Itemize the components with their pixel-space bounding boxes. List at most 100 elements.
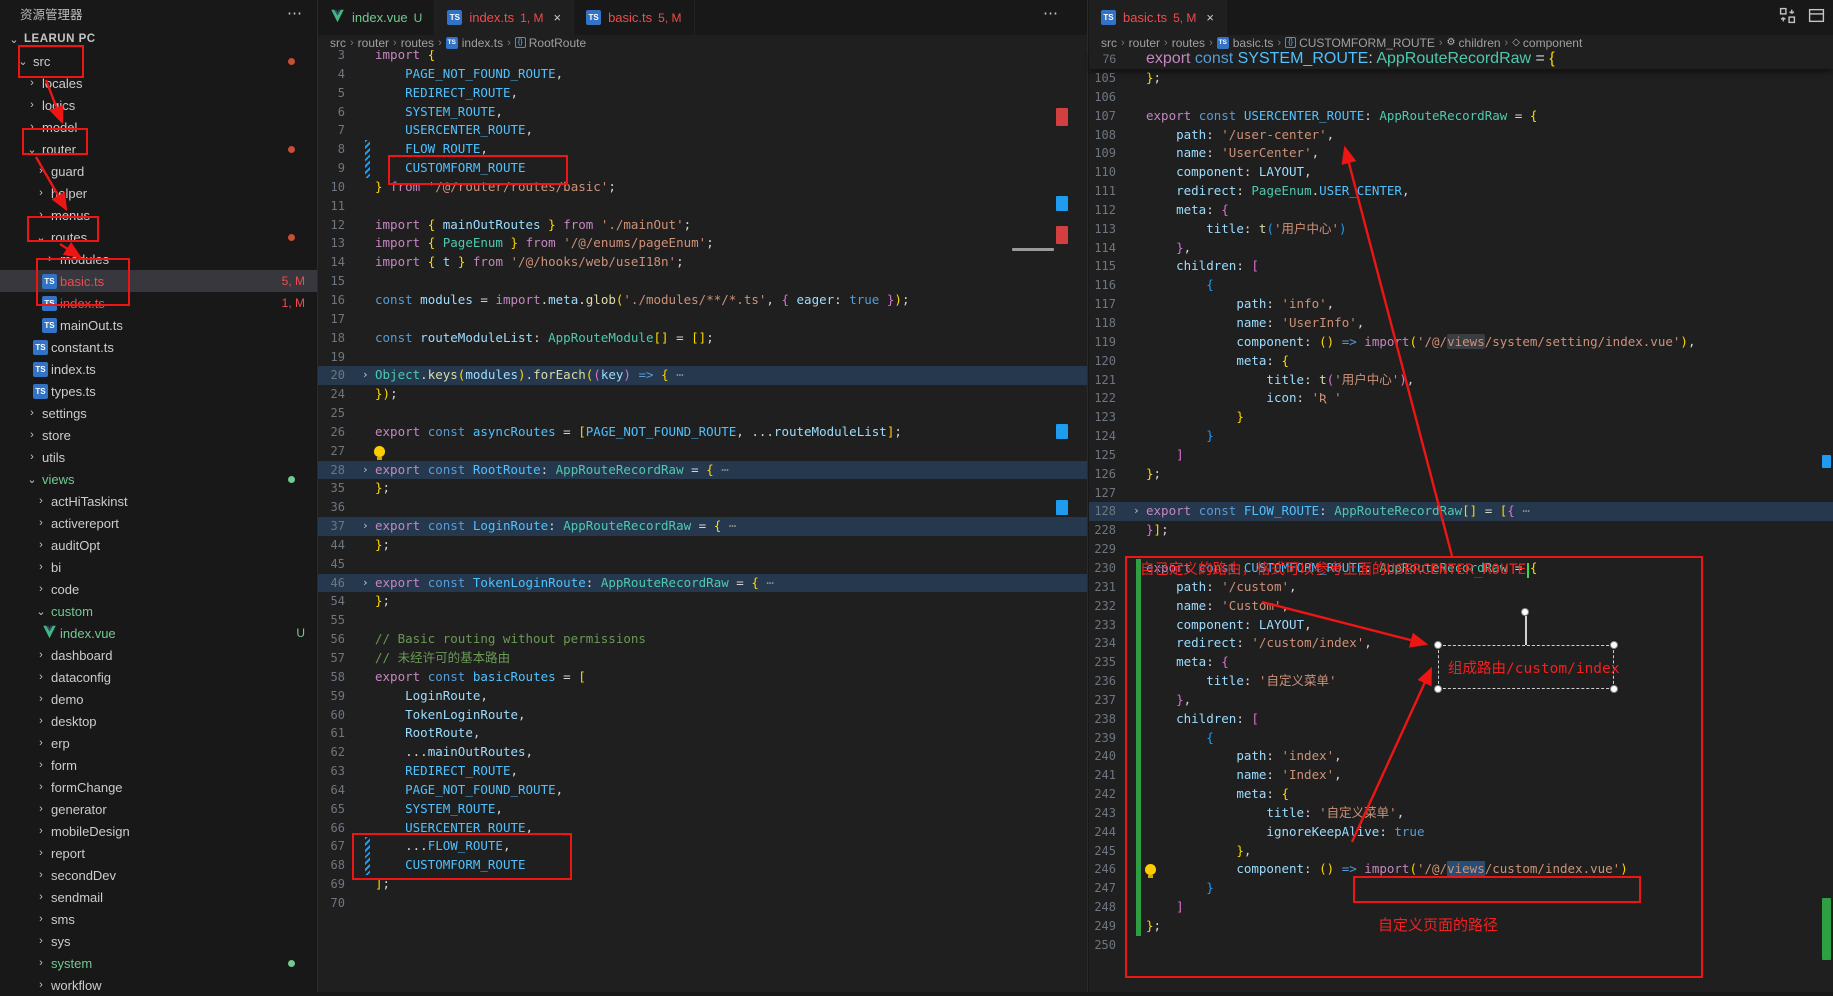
code-line-67[interactable]: 67 ...FLOW_ROUTE, xyxy=(318,837,1087,856)
code-line-35[interactable]: 35}; xyxy=(318,479,1087,498)
code-line-120[interactable]: 120 meta: { xyxy=(1089,352,1833,371)
code-line-243[interactable]: 243 title: '自定义菜单', xyxy=(1089,804,1833,823)
code-line-121[interactable]: 121 title: t('用户中心'), xyxy=(1089,371,1833,390)
code-line-245[interactable]: 245 }, xyxy=(1089,842,1833,861)
code-line-126[interactable]: 126}; xyxy=(1089,465,1833,484)
tree-item-demo[interactable]: ›demo xyxy=(0,688,317,710)
tree-item-constant.ts[interactable]: TSconstant.ts xyxy=(0,336,317,358)
tree-item-code[interactable]: ›code xyxy=(0,578,317,600)
code-line-110[interactable]: 110 component: LAYOUT, xyxy=(1089,163,1833,182)
code-line-7[interactable]: 7 USERCENTER_ROUTE, xyxy=(318,121,1087,140)
code-line-60[interactable]: 60 TokenLoginRoute, xyxy=(318,706,1087,725)
breadcrumb-item-router[interactable]: router xyxy=(1129,36,1160,50)
fold-chevron-icon[interactable]: › xyxy=(1133,502,1140,521)
editor-more-actions-icon[interactable]: ⋯ xyxy=(1043,4,1059,22)
code-line-112[interactable]: 112 meta: { xyxy=(1089,201,1833,220)
code-line-17[interactable]: 17 xyxy=(318,310,1087,329)
tab-index.ts[interactable]: TSindex.ts1, M× xyxy=(435,0,574,35)
code-line-229[interactable]: 229 xyxy=(1089,540,1833,559)
tree-item-erp[interactable]: ›erp xyxy=(0,732,317,754)
tree-item-dataconfig[interactable]: ›dataconfig xyxy=(0,666,317,688)
code-line-46[interactable]: 46›export const TokenLoginRoute: AppRout… xyxy=(318,574,1087,593)
code-line-242[interactable]: 242 meta: { xyxy=(1089,785,1833,804)
tree-item-utils[interactable]: ›utils xyxy=(0,446,317,468)
code-line-62[interactable]: 62 ...mainOutRoutes, xyxy=(318,743,1087,762)
breadcrumb-item-RootRoute[interactable]: {}RootRoute xyxy=(515,36,586,50)
sticky-scroll-line[interactable]: 76export const SYSTEM_ROUTE: AppRouteRec… xyxy=(1089,50,1833,69)
tree-item-auditOpt[interactable]: ›auditOpt xyxy=(0,534,317,556)
code-line-246[interactable]: 246 component: () => import('/@/views/cu… xyxy=(1089,860,1833,879)
tree-item-locales[interactable]: ›locales xyxy=(0,72,317,94)
tree-item-logics[interactable]: ›logics xyxy=(0,94,317,116)
breadcrumb-item-basic.ts[interactable]: TSbasic.ts xyxy=(1217,36,1274,50)
code-line-5[interactable]: 5 REDIRECT_ROUTE, xyxy=(318,84,1087,103)
code-line-28[interactable]: 28›export const RootRoute: AppRouteRecor… xyxy=(318,461,1087,480)
breadcrumb-item-routes[interactable]: routes xyxy=(401,36,434,50)
code-line-109[interactable]: 109 name: 'UserCenter', xyxy=(1089,144,1833,163)
tree-item-activereport[interactable]: ›activereport xyxy=(0,512,317,534)
tree-item-secondDev[interactable]: ›secondDev xyxy=(0,864,317,886)
close-icon[interactable]: × xyxy=(553,10,561,25)
code-line-233[interactable]: 233 component: LAYOUT, xyxy=(1089,616,1833,635)
code-line-63[interactable]: 63 REDIRECT_ROUTE, xyxy=(318,762,1087,781)
tree-item-index.vue[interactable]: index.vueU xyxy=(0,622,317,644)
code-line-240[interactable]: 240 path: 'index', xyxy=(1089,747,1833,766)
tab-index.vue[interactable]: index.vueU xyxy=(318,0,435,35)
code-line-118[interactable]: 118 name: 'UserInfo', xyxy=(1089,314,1833,333)
tree-item-LEARUN PC[interactable]: ⌄LEARUN PC xyxy=(0,28,317,50)
annotation-textbox[interactable]: 组成路由/custom/index xyxy=(1438,645,1614,689)
fold-chevron-icon[interactable]: › xyxy=(362,461,369,480)
code-line-237[interactable]: 237 }, xyxy=(1089,691,1833,710)
code-line-14[interactable]: 14import { t } from '/@/hooks/web/useI18… xyxy=(318,253,1087,272)
scrollbar-handle[interactable] xyxy=(1012,248,1054,251)
split-editor-icon[interactable] xyxy=(1779,7,1796,24)
tree-item-index.ts[interactable]: TSindex.ts xyxy=(0,358,317,380)
tree-item-desktop[interactable]: ›desktop xyxy=(0,710,317,732)
tree-item-sys[interactable]: ›sys xyxy=(0,930,317,952)
tree-item-formChange[interactable]: ›formChange xyxy=(0,776,317,798)
code-line-44[interactable]: 44}; xyxy=(318,536,1087,555)
code-line-107[interactable]: 107export const USERCENTER_ROUTE: AppRou… xyxy=(1089,107,1833,126)
code-line-108[interactable]: 108 path: '/user-center', xyxy=(1089,126,1833,145)
code-line-61[interactable]: 61 RootRoute, xyxy=(318,724,1087,743)
tree-item-workflow[interactable]: ›workflow xyxy=(0,974,317,996)
code-line-241[interactable]: 241 name: 'Index', xyxy=(1089,766,1833,785)
breadcrumb-item-component[interactable]: ◇component xyxy=(1512,36,1582,50)
code-line-24[interactable]: 24}); xyxy=(318,385,1087,404)
code-line-26[interactable]: 26export const asyncRoutes = [PAGE_NOT_F… xyxy=(318,423,1087,442)
lightbulb-icon[interactable] xyxy=(374,446,385,457)
code-line-12[interactable]: 12import { mainOutRoutes } from './mainO… xyxy=(318,216,1087,235)
fold-chevron-icon[interactable]: › xyxy=(362,366,369,385)
code-line-19[interactable]: 19 xyxy=(318,348,1087,367)
code-line-117[interactable]: 117 path: 'info', xyxy=(1089,295,1833,314)
code-line-68[interactable]: 68 CUSTOMFORM_ROUTE xyxy=(318,856,1087,875)
code-line-125[interactable]: 125 ] xyxy=(1089,446,1833,465)
code-line-231[interactable]: 231 path: '/custom', xyxy=(1089,578,1833,597)
tree-item-router[interactable]: ⌄router xyxy=(0,138,317,160)
code-line-70[interactable]: 70 xyxy=(318,894,1087,913)
code-line-250[interactable]: 250 xyxy=(1089,936,1833,955)
code-line-123[interactable]: 123 } xyxy=(1089,408,1833,427)
code-line-239[interactable]: 239 { xyxy=(1089,729,1833,748)
code-line-4[interactable]: 4 PAGE_NOT_FOUND_ROUTE, xyxy=(318,65,1087,84)
annotation-rotate-handle[interactable] xyxy=(1521,608,1529,616)
code-line-66[interactable]: 66 USERCENTER_ROUTE, xyxy=(318,819,1087,838)
tree-item-sms[interactable]: ›sms xyxy=(0,908,317,930)
code-editor-index-ts[interactable]: 3import {4 PAGE_NOT_FOUND_ROUTE,5 REDIRE… xyxy=(318,46,1087,992)
breadcrumb-item-src[interactable]: src xyxy=(1101,36,1117,50)
code-line-11[interactable]: 11 xyxy=(318,197,1087,216)
code-line-128[interactable]: 128›export const FLOW_ROUTE: AppRouteRec… xyxy=(1089,502,1833,521)
tree-item-sendmail[interactable]: ›sendmail xyxy=(0,886,317,908)
code-line-10[interactable]: 10} from '/@/router/routes/basic'; xyxy=(318,178,1087,197)
code-line-64[interactable]: 64 PAGE_NOT_FOUND_ROUTE, xyxy=(318,781,1087,800)
tree-item-settings[interactable]: ›settings xyxy=(0,402,317,424)
tree-item-custom[interactable]: ⌄custom xyxy=(0,600,317,622)
code-line-105[interactable]: 105}; xyxy=(1089,69,1833,88)
code-line-247[interactable]: 247 } xyxy=(1089,879,1833,898)
code-line-115[interactable]: 115 children: [ xyxy=(1089,257,1833,276)
code-line-232[interactable]: 232 name: 'Custom', xyxy=(1089,597,1833,616)
tree-item-modules[interactable]: ›modules xyxy=(0,248,317,270)
code-editor-basic-ts[interactable]: 104 }105};106107export const USERCENTER_… xyxy=(1089,50,1833,992)
annotation-resize-handle[interactable] xyxy=(1434,685,1442,693)
tree-item-views[interactable]: ⌄views xyxy=(0,468,317,490)
